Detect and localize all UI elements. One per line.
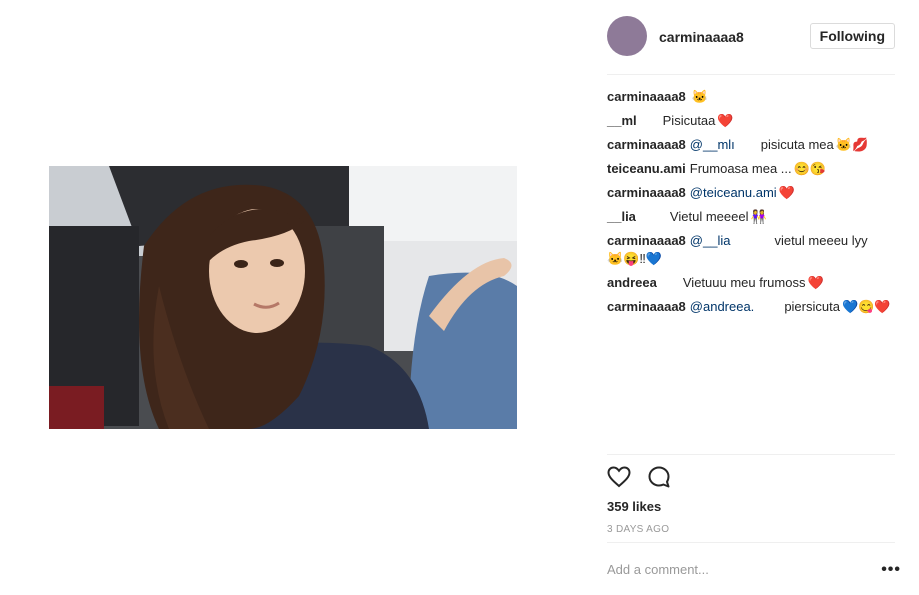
comment-text: vietul meeeu lyy bbox=[774, 233, 868, 248]
post-photo-image bbox=[49, 166, 517, 429]
comment: andreea Vietuuu meu frumoss ❤️ bbox=[607, 274, 895, 292]
more-options-icon[interactable]: ••• bbox=[881, 561, 901, 579]
comment-emoji: 🐱 bbox=[691, 89, 708, 104]
avatar[interactable] bbox=[607, 16, 647, 56]
comment-username[interactable]: carminaaaa8 bbox=[607, 137, 686, 152]
comment-text: Frumoasa mea ... bbox=[689, 161, 792, 176]
photo-area bbox=[0, 0, 566, 595]
following-button[interactable]: Following bbox=[809, 23, 895, 49]
comment-username[interactable]: __lia bbox=[607, 209, 636, 224]
comment-text: pisicuta mea bbox=[760, 137, 834, 152]
post-side-panel: carminaaaa8 Following carminaaaa8 🐱 __ml P… bbox=[595, 0, 905, 595]
comment-mention[interactable]: @__lia bbox=[690, 233, 731, 248]
comment-emoji: 👭 bbox=[750, 209, 767, 224]
comment-divider bbox=[607, 542, 895, 543]
comment-username[interactable]: carminaaaa8 bbox=[607, 299, 686, 314]
post-timestamp[interactable]: 3 DAYS AGO bbox=[607, 524, 669, 535]
comment: carminaaaa8 🐱 bbox=[607, 88, 895, 106]
comment: teiceanu.ami Frumoasa mea ... 😊😘 bbox=[607, 160, 895, 178]
comment-emoji: ❤️ bbox=[717, 113, 734, 128]
comment-list: carminaaaa8 🐱 __ml Pisicutaa ❤️ carminaaaa8… bbox=[607, 88, 895, 322]
heart-icon[interactable] bbox=[607, 465, 631, 489]
post-header: carminaaaa8 Following bbox=[607, 16, 895, 58]
comment-username[interactable]: carminaaaa8 bbox=[607, 89, 686, 104]
author-username[interactable]: carminaaaa8 bbox=[659, 29, 744, 45]
comment-text: Pisicutaa bbox=[662, 113, 716, 128]
comment-emoji: 💙😋❤️ bbox=[841, 299, 891, 314]
comment: carminaaaa8 @__lia vietul meeeu lyy 🐱😝‼💙 bbox=[607, 232, 895, 268]
comment: carminaaaa8 @__mlı pisicuta mea 🐱💋 bbox=[607, 136, 895, 154]
comment-username[interactable]: __ml bbox=[607, 113, 637, 128]
comment-emoji: ❤️ bbox=[807, 275, 824, 290]
comment-emoji: 🐱😝‼💙 bbox=[607, 251, 663, 266]
comment-text: Vietul meeeel bbox=[669, 209, 749, 224]
comment-mention[interactable]: @teiceanu.ami bbox=[690, 185, 777, 200]
comment-username[interactable]: carminaaaa8 bbox=[607, 185, 686, 200]
header-divider bbox=[607, 74, 895, 75]
comment-emoji: 🐱💋 bbox=[835, 137, 869, 152]
comment-emoji: ❤️ bbox=[778, 185, 795, 200]
comment: __lia Vietul meeeel 👭 bbox=[607, 208, 895, 226]
comment-text: piersicuta bbox=[784, 299, 840, 314]
add-comment-input[interactable] bbox=[607, 562, 867, 577]
likes-count[interactable]: 359 likes bbox=[607, 499, 661, 514]
comment: carminaaaa8 @teiceanu.ami ❤️ bbox=[607, 184, 895, 202]
post-actions bbox=[607, 465, 895, 489]
comment-emoji: 😊😘 bbox=[793, 161, 827, 176]
comment-text: Vietuuu meu frumoss bbox=[682, 275, 806, 290]
comment-username[interactable]: teiceanu.ami bbox=[607, 161, 686, 176]
post-photo[interactable] bbox=[49, 166, 517, 429]
comment: carminaaaa8 @andreea. piersicuta 💙😋❤️ bbox=[607, 298, 895, 316]
comment-username[interactable]: carminaaaa8 bbox=[607, 233, 686, 248]
comment-mention[interactable]: @andreea. bbox=[690, 299, 755, 314]
comment-mention[interactable]: @__mlı bbox=[690, 137, 735, 152]
comment-username[interactable]: andreea bbox=[607, 275, 657, 290]
actions-divider bbox=[607, 454, 895, 455]
comment: __ml Pisicutaa ❤️ bbox=[607, 112, 895, 130]
comment-bubble-icon[interactable] bbox=[647, 465, 671, 489]
